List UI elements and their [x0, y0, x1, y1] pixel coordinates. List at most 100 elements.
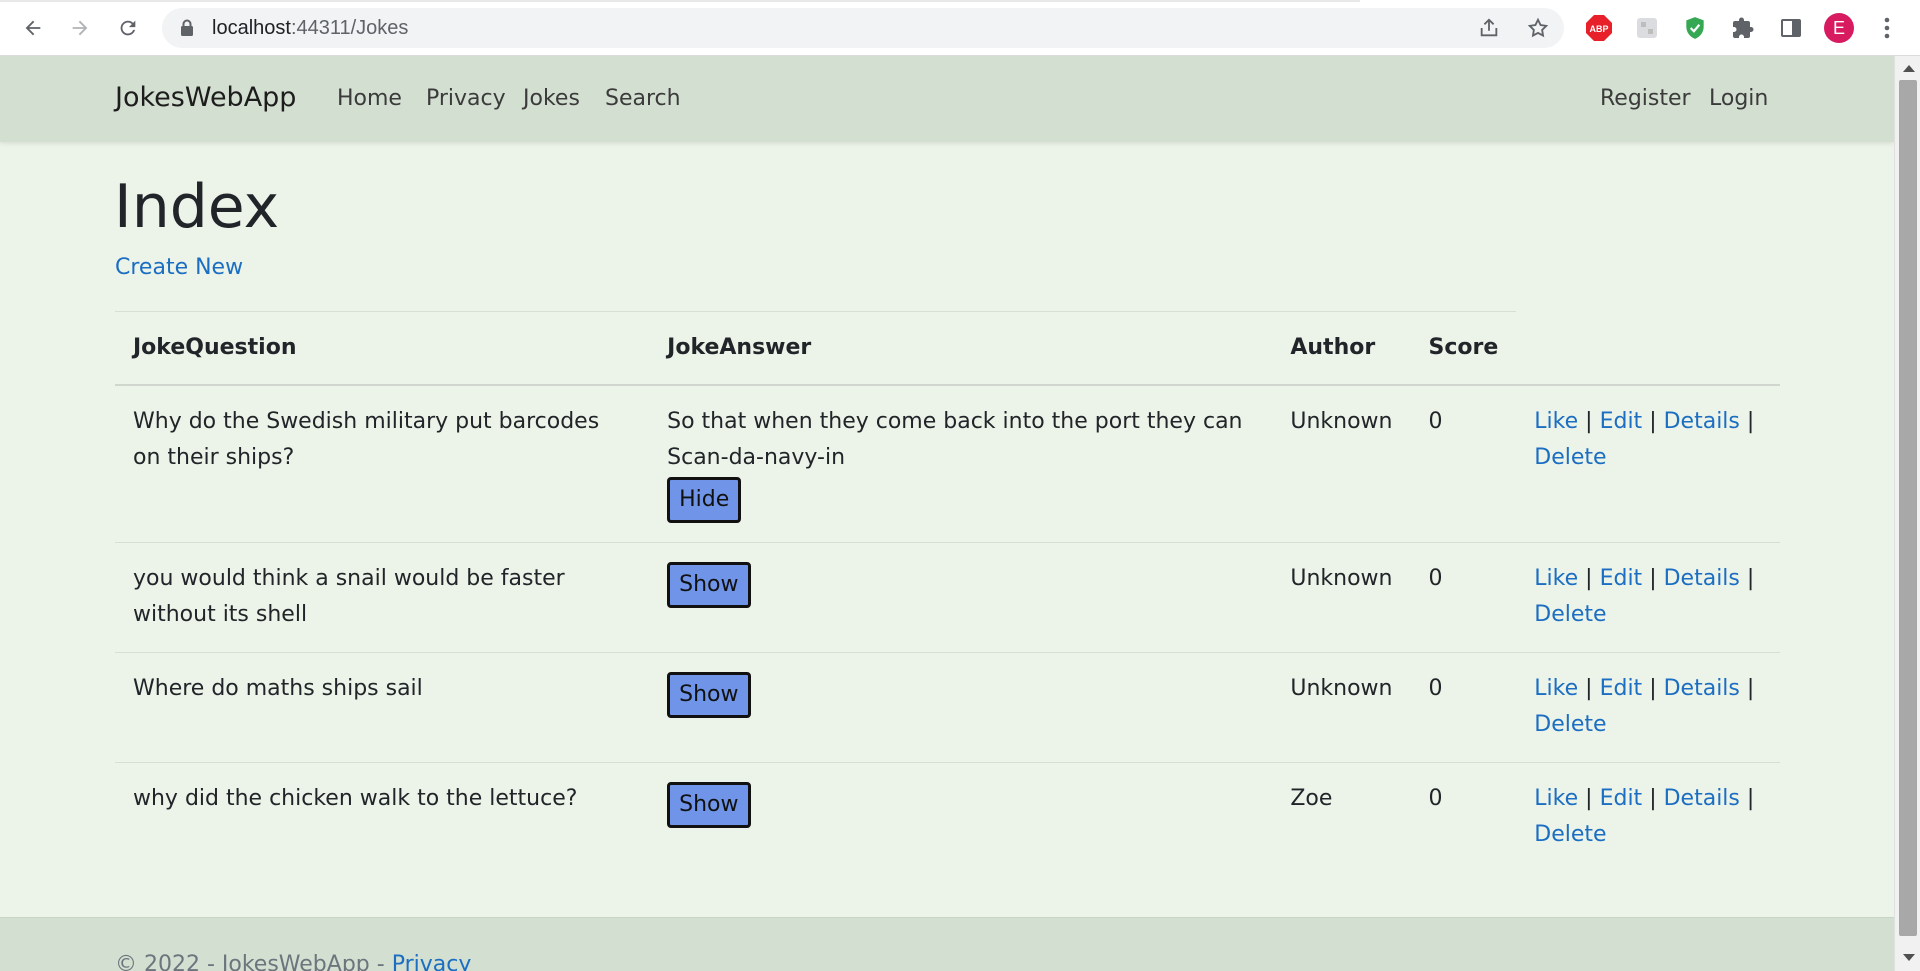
separator: | [1585, 408, 1593, 434]
separator: | [1746, 566, 1755, 591]
more-menu-icon[interactable] [1871, 12, 1903, 44]
table-row: Where do maths ships sail Show Unknown 0… [115, 652, 1780, 763]
header-author: Author [1272, 311, 1411, 386]
copyright-text: © 2022 - JokesWebApp - [115, 952, 392, 971]
like-link[interactable]: Like [1534, 409, 1578, 434]
actions-cell: Like | Edit | Details | Delete [1516, 384, 1780, 543]
edit-link[interactable]: Edit [1600, 786, 1643, 811]
nav-register[interactable]: Register [1600, 86, 1691, 111]
delete-link[interactable]: Delete [1534, 602, 1606, 627]
delete-link[interactable]: Delete [1534, 445, 1606, 470]
site-navbar: JokesWebApp Home Privacy Jokes Search Re… [0, 56, 1894, 142]
table-row: why did the chicken walk to the lettuce?… [115, 763, 1780, 875]
joke-question-cell: Why do the Swedish military put barcodes… [115, 384, 650, 543]
vertical-scrollbar[interactable] [1894, 56, 1920, 971]
details-link[interactable]: Details [1664, 409, 1740, 434]
create-new-link[interactable]: Create New [115, 255, 243, 280]
edit-link[interactable]: Edit [1600, 676, 1643, 701]
score-cell: 0 [1410, 652, 1517, 763]
separator: | [1746, 408, 1755, 434]
footer-text: © 2022 - JokesWebApp - Privacy [115, 952, 471, 971]
profile-avatar[interactable]: E [1824, 13, 1854, 43]
table-row: Why do the Swedish military put barcodes… [115, 384, 1780, 543]
author-cell: Unknown [1272, 542, 1411, 653]
scrollbar-thumb[interactable] [1899, 80, 1917, 936]
show-answer-button[interactable]: Show [667, 562, 751, 608]
details-link[interactable]: Details [1664, 566, 1740, 591]
address-bar[interactable]: localhost:44311/Jokes [162, 8, 1564, 48]
author-cell: Unknown [1272, 652, 1411, 763]
delete-link[interactable]: Delete [1534, 822, 1606, 847]
like-link[interactable]: Like [1534, 786, 1578, 811]
details-link[interactable]: Details [1664, 676, 1740, 701]
forward-icon[interactable] [64, 12, 96, 44]
separator: | [1585, 786, 1593, 811]
actions-cell: Like | Edit | Details | Delete [1516, 652, 1780, 763]
bookmark-star-icon[interactable] [1526, 16, 1550, 40]
edit-link[interactable]: Edit [1600, 409, 1643, 434]
nav-home[interactable]: Home [337, 86, 402, 111]
extensions-puzzle-icon[interactable] [1727, 12, 1759, 44]
svg-text:ABP: ABP [1589, 24, 1608, 34]
separator: | [1649, 786, 1657, 811]
separator: | [1649, 566, 1657, 591]
details-link[interactable]: Details [1664, 786, 1740, 811]
score-cell: 0 [1428, 786, 1443, 811]
scroll-up-icon[interactable] [1903, 65, 1915, 72]
nav-privacy[interactable]: Privacy [426, 86, 506, 111]
table-row: you would think a snail would be faster … [115, 542, 1780, 653]
footer-privacy-link[interactable]: Privacy [392, 952, 472, 971]
delete-link[interactable]: Delete [1534, 712, 1606, 737]
brand-link[interactable]: JokesWebApp [115, 82, 296, 113]
nav-jokes[interactable]: Jokes [523, 86, 580, 111]
actions-cell: Like | Edit | Details | Delete [1516, 542, 1780, 653]
header-score: Score [1410, 311, 1517, 386]
author-cell: Unknown [1272, 384, 1411, 543]
joke-question-cell: Where do maths ships sail [115, 652, 650, 763]
score-cell: 0 [1410, 542, 1517, 653]
joke-answer-text: So that when they come back into the por… [667, 408, 1243, 470]
share-icon[interactable] [1477, 16, 1501, 40]
edit-link[interactable]: Edit [1600, 566, 1643, 591]
separator: | [1649, 408, 1657, 434]
header-joke-question: JokeQuestion [115, 311, 650, 386]
back-icon[interactable] [17, 12, 49, 44]
adblock-icon[interactable]: ABP [1583, 12, 1615, 44]
side-panel-icon[interactable] [1775, 12, 1807, 44]
actions-cell: Like | Edit | Details | Delete [1516, 763, 1780, 875]
reload-icon[interactable] [112, 12, 144, 44]
shield-icon[interactable] [1679, 12, 1711, 44]
separator: | [1585, 676, 1593, 701]
lock-icon [180, 19, 194, 40]
header-joke-answer: JokeAnswer [649, 311, 1273, 386]
like-link[interactable]: Like [1534, 676, 1578, 701]
url-text: localhost:44311/Jokes [212, 17, 409, 39]
nav-search[interactable]: Search [605, 86, 681, 111]
separator: | [1649, 676, 1657, 701]
separator: | [1746, 676, 1755, 701]
joke-answer-cell: Show [649, 652, 1273, 763]
header-actions [1516, 311, 1780, 386]
scroll-down-icon[interactable] [1903, 954, 1915, 961]
page-title: Index [114, 172, 280, 242]
hide-answer-button[interactable]: Hide [667, 476, 742, 523]
show-answer-button[interactable]: Show [667, 782, 751, 828]
joke-question-cell: why did the chicken walk to the lettuce? [133, 786, 578, 811]
separator: | [1585, 566, 1593, 591]
joke-answer-cell: So that when they come back into the por… [649, 384, 1273, 543]
like-link[interactable]: Like [1534, 566, 1578, 591]
author-cell: Zoe [1290, 786, 1333, 811]
separator: | [1746, 786, 1755, 811]
jokes-table: JokeQuestion JokeAnswer Author Score Why… [115, 311, 1780, 875]
nav-login[interactable]: Login [1709, 86, 1768, 111]
score-cell: 0 [1410, 384, 1517, 543]
joke-answer-cell: Show [649, 542, 1273, 653]
site-footer: © 2022 - JokesWebApp - Privacy [0, 917, 1894, 971]
extension-grid-icon[interactable] [1631, 12, 1663, 44]
table-header-row: JokeQuestion JokeAnswer Author Score [115, 311, 1780, 386]
joke-answer-cell: Show [649, 763, 1272, 875]
show-answer-button[interactable]: Show [667, 672, 751, 718]
browser-toolbar: localhost:44311/Jokes ABP E [0, 0, 1920, 56]
joke-question-cell: you would think a snail would be faster … [115, 542, 650, 653]
page-viewport: JokesWebApp Home Privacy Jokes Search Re… [0, 56, 1894, 971]
